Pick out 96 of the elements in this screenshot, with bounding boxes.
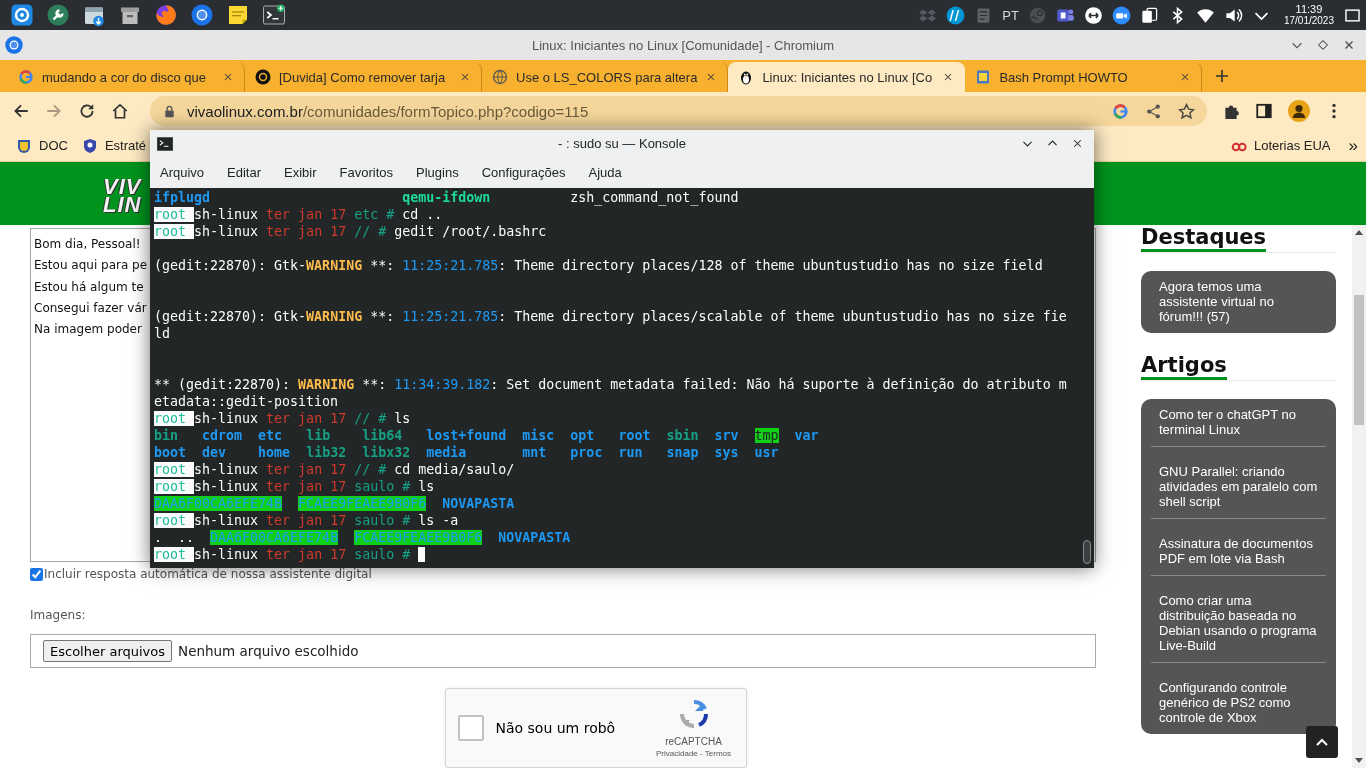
menu-item[interactable]: Configurações [481,165,566,180]
captcha-label: Não sou um robô [495,720,617,736]
document-icon [975,69,992,85]
home-icon[interactable] [111,102,129,120]
captcha-logo-icon [677,698,710,730]
tab-title: mudando a cor do disco que [42,69,208,85]
menu-item[interactable]: Editar [227,165,262,180]
close-icon[interactable] [459,71,471,83]
new-tab-icon[interactable] [1214,68,1231,84]
terminal-line: (gedit:22870): Gtk-WARNING **: 11:25:21.785: Theme directory places/scalable of theme ubuntustudio has no size fie [154,308,1067,325]
file-status-text: Nenhum arquivo escolhido [178,643,359,660]
terminal-line: root sh-linux ter jan 17 // # cd media/saulo/ [154,461,515,478]
menu-item[interactable]: Favoritos [339,165,394,180]
menu-item[interactable]: Ajuda [588,165,622,180]
bookmark-link[interactable]: Loterias EUA [1253,138,1331,153]
sticky-note-icon[interactable] [226,3,250,27]
scroll-to-top-button[interactable] [1306,726,1338,758]
terminal-line: root sh-linux ter jan 17 etc # cd .. [154,206,443,223]
bookmark-link[interactable]: Estraté [104,138,147,153]
terminal-line: boot dev home lib32 libx32 media mnt proc run snap sys usr [154,444,779,461]
close-icon[interactable] [1071,137,1084,150]
article-link[interactable]: Configurando controle genérico de PS2 como controle de Xbox [1159,680,1318,725]
ring-logo-icon[interactable] [1112,102,1129,120]
captcha-checkbox[interactable] [457,715,484,741]
copy-icon[interactable] [1139,5,1159,25]
round-badge-icon [255,69,271,85]
article-link[interactable]: Agora temos uma assistente virtual no fórum!!! (57) [1159,279,1318,324]
round-browser-icon[interactable] [190,3,214,27]
file-upload-field[interactable]: Escolher arquivos Nenhum arquivo escolhido [30,634,1096,668]
checkbox-label: Incluir resposta automática de nossa assistente digital [44,567,372,582]
captcha-brand: reCAPTCHA [665,736,722,747]
share-icon[interactable] [1145,102,1162,120]
crest-icon[interactable] [16,137,32,154]
terminal-line: . .. DAA6F00CA6EFE74B FCAEE9FEAEE9B0F6 NOVAPASTA [154,529,571,546]
round-logo-icon[interactable] [946,5,966,25]
back-arrow-icon[interactable] [12,102,30,120]
side-panel-icon[interactable] [1255,102,1273,120]
site-logo[interactable]: VIV LIN [103,178,142,214]
menu-item[interactable]: Arquivo [160,165,205,180]
captcha-links[interactable]: Privacidade - Termos [656,749,731,758]
window-title: Linux: Iniciantes no Linux [Comunidade] - Chromium [532,37,834,53]
article-link[interactable]: Assinatura de documentos PDF em lote via Bash [1159,536,1318,566]
terminal-line: etadata::gedit-position [154,393,339,410]
article-link[interactable]: GNU Parallel: criando atividades em paralelo com shell script [1159,464,1318,509]
scrollbar-thumb[interactable] [1083,540,1091,564]
article-link[interactable]: Como ter o chatGPT no terminal Linux [1159,407,1318,437]
choose-files-button[interactable]: Escolher arquivos [43,640,173,663]
terminal-line: root sh-linux ter jan 17 saulo # ls [154,478,435,495]
keyboard-layout-label[interactable]: PT [1002,7,1019,23]
globe-icon [492,69,508,85]
launcher-icon[interactable] [10,3,34,27]
lock-icon[interactable] [162,103,177,119]
shield-icon[interactable] [81,137,98,154]
terminal-line: (gedit:22870): Gtk-WARNING **: 11:25:21.785: Theme directory places/128 of theme ubuntustudio has no size field [154,257,1043,274]
terminal-line: root sh-linux ter jan 17 saulo # ls -a [154,512,459,529]
window-title: - : sudo su — Konsole [558,136,686,151]
terminal-line: ld [154,325,170,342]
section-heading: Destaques [1141,225,1267,252]
clock-date[interactable]: 17/01/2023 [1283,15,1334,26]
avatar-icon[interactable] [1288,100,1310,122]
ring-logo-icon [18,69,34,85]
terminal-line: root sh-linux ter jan 17 saulo # [154,546,412,563]
terminal-line: root sh-linux ter jan 17 // # ls [154,410,411,427]
section-heading: Artigos [1141,353,1227,380]
menu-item[interactable]: Exibir [284,165,317,180]
browser-tab[interactable]: Linux: Iniciantes no Linux [Co [728,62,966,92]
clock-time[interactable]: 11:39 [1295,4,1323,15]
address-bar[interactable]: vivaolinux.com.br/comunidades/formTopico.php?codigo=115 [150,96,1207,126]
tab-title: [Duvida] Como remover tarja [279,69,447,85]
checkbox[interactable] [30,567,43,581]
round-browser-icon [4,35,24,55]
terminal-icon [156,134,174,153]
wrench-icon[interactable] [46,3,70,27]
tab-title: Use o LS_COLORS para altera [516,69,698,85]
page-scrollbar[interactable] [1352,225,1366,768]
menu-item[interactable]: Plugins [416,165,459,180]
close-icon[interactable] [222,71,234,83]
terminal-line: ** (gedit:22870): WARNING **: 11:34:39.182: Set document metadata failed: Não há suporte à definição do atributo m [154,376,1067,393]
article-link[interactable]: Como criar uma distribuição baseada no Debian usando o programa Live-Build [1159,593,1318,653]
terminal-line: root sh-linux ter jan 17 // # gedit /root/.bashrc [154,223,547,240]
maximize-icon[interactable] [1316,38,1330,52]
terminal-icon[interactable] [262,3,286,27]
url-text: vivaolinux.com.br/comunidades/formTopico.php?codigo=115 [187,102,590,120]
bookmark-link[interactable]: DOC [39,138,68,153]
field-label: Imagens: [30,608,87,623]
browser-globe-icon[interactable] [154,3,178,27]
video-camera-icon[interactable] [1111,5,1131,25]
tab-title: Bash Prompt HOWTO [999,69,1129,85]
terminal-line: DAA6F00CA6EFE74B FCAEE9FEAEE9B0F6 NOVAPASTA [154,495,515,512]
more-bookmarks-button[interactable]: » [1348,135,1358,156]
star-icon[interactable] [1178,102,1195,120]
tab-title: Linux: Iniciantes no Linux [Co [762,69,934,85]
arrows-icon[interactable] [1083,5,1103,25]
reload-icon[interactable] [78,102,96,120]
terminal-line: ifplugd qemu-ifdown zsh_command_not_found [154,189,739,206]
terminal-line: bin cdrom etc lib lib64 lost+found misc opt root sbin srv tmp var [154,427,819,444]
